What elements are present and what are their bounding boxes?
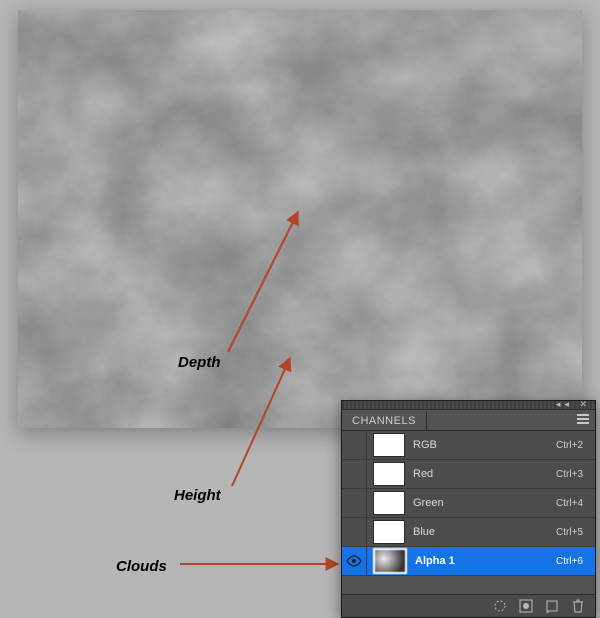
channel-shortcut: Ctrl+5 (556, 527, 591, 538)
channel-shortcut: Ctrl+4 (556, 498, 591, 509)
visibility-toggle[interactable] (342, 518, 367, 546)
annotation-depth: Depth (178, 354, 221, 371)
channel-name: Green (411, 497, 556, 509)
load-selection-icon[interactable] (493, 599, 507, 613)
panel-menu-icon[interactable] (571, 414, 595, 427)
visibility-toggle[interactable] (342, 547, 367, 575)
channel-name: RGB (411, 439, 556, 451)
panel-drag-bar[interactable]: ◂◂ ✕ (342, 401, 595, 410)
channel-row-rgb[interactable]: RGBCtrl+2 (342, 431, 595, 460)
save-mask-icon[interactable] (519, 599, 533, 613)
canvas-preview (18, 10, 582, 428)
delete-channel-icon[interactable] (571, 599, 585, 613)
channel-thumbnail (373, 520, 405, 544)
channel-thumbnail (373, 433, 405, 457)
channel-name: Alpha 1 (413, 555, 556, 567)
annotation-clouds: Clouds (116, 558, 167, 575)
tab-channels[interactable]: CHANNELS (342, 411, 427, 430)
channel-row-green[interactable]: GreenCtrl+4 (342, 489, 595, 518)
channel-list-empty-area (342, 576, 595, 594)
annotation-height: Height (174, 487, 221, 504)
channel-thumbnail (373, 491, 405, 515)
new-channel-icon[interactable] (545, 599, 559, 613)
channel-name: Blue (411, 526, 556, 538)
panel-footer (342, 594, 595, 617)
clouds-image (18, 10, 582, 428)
visibility-toggle[interactable] (342, 489, 367, 517)
channels-panel: ◂◂ ✕ CHANNELS RGBCtrl+2RedCtrl+3GreenCtr… (341, 400, 596, 618)
channel-name: Red (411, 468, 556, 480)
channel-shortcut: Ctrl+2 (556, 440, 591, 451)
channel-thumbnail (373, 548, 407, 574)
tab-channels-label: CHANNELS (352, 415, 416, 427)
visibility-toggle[interactable] (342, 431, 367, 459)
channel-list: RGBCtrl+2RedCtrl+3GreenCtrl+4BlueCtrl+5A… (342, 431, 595, 576)
channel-shortcut: Ctrl+6 (556, 556, 591, 567)
panel-tabs: CHANNELS (342, 410, 595, 431)
panel-close-icon[interactable]: ✕ (579, 399, 591, 409)
channel-row-red[interactable]: RedCtrl+3 (342, 460, 595, 489)
channel-thumbnail (373, 462, 405, 486)
panel-collapse-icon[interactable]: ◂◂ (556, 399, 573, 409)
visibility-toggle[interactable] (342, 460, 367, 488)
channel-row-blue[interactable]: BlueCtrl+5 (342, 518, 595, 547)
channel-shortcut: Ctrl+3 (556, 469, 591, 480)
channel-row-alpha-1[interactable]: Alpha 1Ctrl+6 (342, 547, 595, 576)
